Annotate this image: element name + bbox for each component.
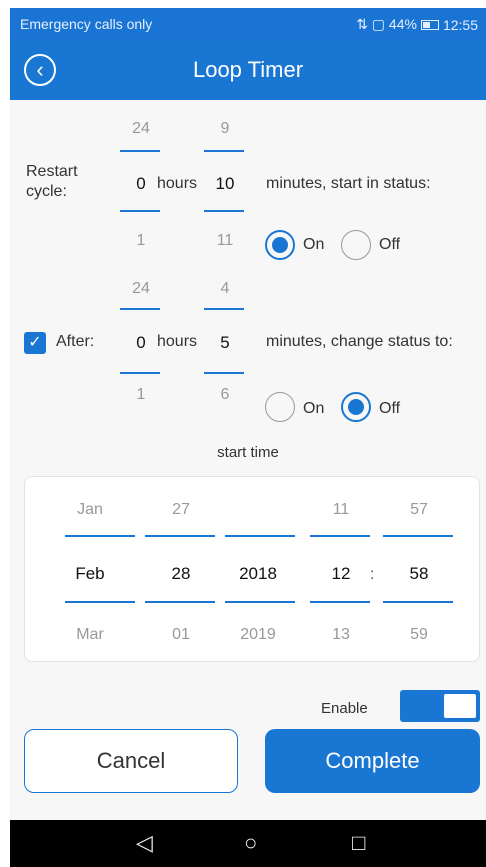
picker-divider (383, 535, 453, 537)
minute-below[interactable]: 59 (399, 626, 439, 644)
hour-below[interactable]: 13 (321, 626, 361, 644)
day-value[interactable]: 28 (161, 564, 201, 584)
enable-toggle[interactable] (400, 690, 480, 722)
picker-divider (145, 535, 215, 537)
status-bar: Emergency calls only ⇅ ▢ 44% 12:55 (10, 8, 486, 40)
day-below[interactable]: 01 (161, 626, 201, 644)
status-time: 12:55 (442, 16, 478, 33)
picker-divider (65, 601, 135, 603)
toggle-knob (444, 694, 476, 718)
checkmark-icon: ✓ (28, 334, 42, 351)
picker-divider (383, 601, 453, 603)
nav-back-icon[interactable]: ◁ (136, 830, 153, 856)
loop-timer-form: Restart cycle: 24 0 1 hours 9 10 11 minu… (10, 100, 486, 820)
after-minutes-above[interactable]: 4 (205, 280, 245, 298)
after-label: After: (56, 333, 95, 350)
enable-label: Enable (321, 700, 368, 717)
day-above[interactable]: 27 (161, 501, 201, 519)
restart-hours-value[interactable]: 0 (121, 174, 161, 194)
restart-off-radio[interactable] (341, 230, 371, 260)
picker-divider (120, 372, 160, 374)
picker-divider (204, 150, 244, 152)
after-on-label[interactable]: On (303, 400, 324, 418)
picker-divider (310, 601, 370, 603)
picker-divider (145, 601, 215, 603)
complete-button[interactable]: Complete (265, 729, 480, 793)
battery-icon (420, 19, 439, 30)
minute-above[interactable]: 57 (399, 501, 439, 519)
time-separator: : (370, 566, 375, 583)
restart-minutes-above[interactable]: 9 (205, 120, 245, 138)
after-off-radio[interactable] (341, 392, 371, 422)
hour-above[interactable]: 11 (321, 501, 361, 519)
picker-divider (204, 372, 244, 374)
restart-on-radio[interactable] (265, 230, 295, 260)
picker-divider (120, 150, 160, 152)
picker-divider (120, 210, 160, 212)
restart-off-label[interactable]: Off (379, 236, 400, 254)
start-time-picker: Jan Feb Mar 27 28 01 2018 2019 11 12 13 … (24, 476, 480, 662)
after-off-label[interactable]: Off (379, 400, 400, 418)
system-nav-bar: ◁ ○ □ (10, 820, 486, 867)
year-value[interactable]: 2018 (233, 564, 283, 584)
restart-hours-unit: hours (157, 175, 198, 192)
restart-cycle-label: Restart cycle: (26, 163, 78, 200)
after-hours-below[interactable]: 1 (121, 386, 161, 404)
month-above[interactable]: Jan (65, 501, 115, 519)
picker-divider (120, 308, 160, 310)
minute-value[interactable]: 58 (399, 564, 439, 584)
nav-home-icon[interactable]: ○ (244, 830, 257, 856)
picker-divider (204, 210, 244, 212)
nav-recent-icon[interactable]: □ (352, 830, 365, 856)
cancel-button[interactable]: Cancel (24, 729, 238, 793)
picker-divider (65, 535, 135, 537)
restart-hours-above[interactable]: 24 (121, 120, 161, 138)
restart-minutes-below[interactable]: 11 (205, 232, 245, 250)
after-suffix: minutes, change status to: (266, 333, 453, 350)
after-hours-value[interactable]: 0 (121, 333, 161, 353)
month-below[interactable]: Mar (65, 626, 115, 644)
hour-value[interactable]: 12 (321, 564, 361, 584)
after-minutes-below[interactable]: 6 (205, 386, 245, 404)
start-time-label: start time (217, 444, 279, 461)
after-on-radio[interactable] (265, 392, 295, 422)
app-bar: ‹ Loop Timer (10, 40, 486, 100)
page-title: Loop Timer (192, 57, 304, 82)
picker-divider (225, 535, 295, 537)
wifi-signal-icon: ⇅ ▢ 44% (356, 16, 417, 32)
year-below[interactable]: 2019 (233, 626, 283, 644)
after-minutes-value[interactable]: 5 (205, 333, 245, 353)
status-indicators: ⇅ ▢ 44% 12:55 (356, 16, 478, 33)
picker-divider (310, 535, 370, 537)
after-hours-above[interactable]: 24 (121, 280, 161, 298)
carrier-text: Emergency calls only (20, 16, 153, 32)
after-checkbox[interactable]: ✓ (24, 332, 46, 354)
restart-minutes-value[interactable]: 10 (205, 174, 245, 194)
month-value[interactable]: Feb (65, 564, 115, 584)
picker-divider (225, 601, 295, 603)
after-hours-unit: hours (157, 333, 198, 350)
picker-divider (204, 308, 244, 310)
restart-on-label[interactable]: On (303, 236, 324, 254)
restart-hours-below[interactable]: 1 (121, 232, 161, 250)
restart-suffix: minutes, start in status: (266, 175, 431, 192)
